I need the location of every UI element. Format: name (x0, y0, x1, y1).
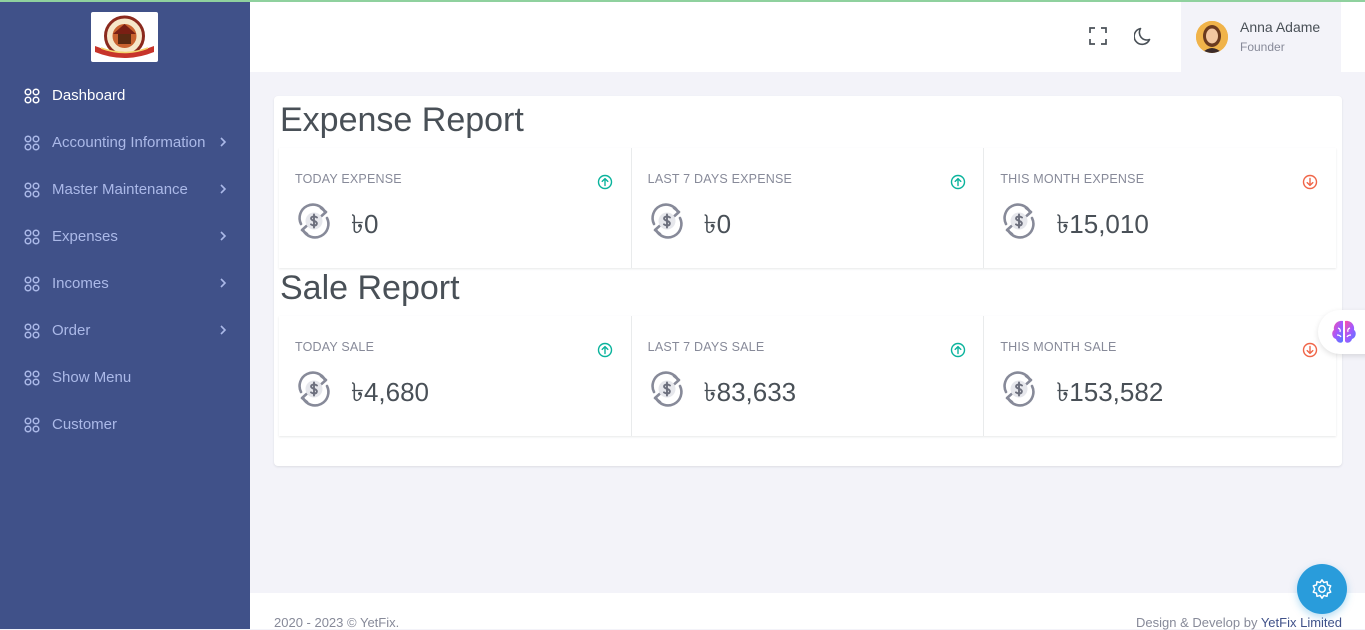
dollar-exchange-icon (650, 203, 683, 239)
stat-value: ৳0 (703, 209, 732, 239)
sidebar-item-master-maintenance[interactable]: Master Maintenance (0, 166, 250, 213)
stat-card-this-month-expense: THIS MONTH EXPENSE ৳15,010 (984, 148, 1336, 268)
user-menu[interactable]: Anna Adame Founder (1181, 2, 1341, 72)
sidebar-item-label: Accounting Information (52, 134, 206, 151)
customizer-tab[interactable] (1318, 310, 1365, 354)
footer-credit-prefix: Design & Develop by (1136, 615, 1261, 630)
dollar-exchange-icon (650, 371, 683, 407)
settings-fab[interactable] (1297, 564, 1347, 614)
apps-grid-icon (24, 134, 40, 151)
sidebar-item-accounting-information[interactable]: Accounting Information (0, 119, 250, 166)
logo-emblem-icon (95, 15, 154, 58)
sidebar-item-label: Dashboard (52, 87, 126, 104)
sidebar-item-expenses[interactable]: Expenses (0, 213, 250, 260)
sale-report-title: Sale Report (280, 269, 460, 307)
sidebar-item-customer[interactable]: Customer (0, 401, 250, 448)
dollar-exchange-icon (1003, 203, 1036, 239)
dashboard-card: Expense Report TODAY EXPENSE ৳0 LAST 7 DA… (274, 96, 1342, 466)
expense-report-title: Expense Report (280, 101, 524, 139)
stat-label: TODAY SALE (295, 340, 375, 354)
stat-value: ৳4,680 (351, 377, 430, 407)
brain-icon (1332, 320, 1356, 343)
top-accent-line (0, 0, 1365, 2)
apps-grid-icon (24, 275, 40, 292)
user-avatar-icon (1196, 21, 1228, 53)
apps-grid-icon (24, 416, 40, 433)
stat-value: ৳15,010 (1056, 209, 1149, 239)
sidebar-item-label: Order (52, 322, 91, 339)
avatar (1196, 21, 1228, 53)
stat-label: THIS MONTH EXPENSE (1000, 172, 1145, 186)
sale-stats-row: TODAY SALE ৳4,680 LAST 7 DAYS SALE ৳83,63… (279, 316, 1336, 436)
apps-grid-icon (24, 228, 40, 245)
stat-label: THIS MONTH SALE (1000, 340, 1117, 354)
footer: 2020 - 2023 © YetFix. Design & Develop b… (250, 593, 1365, 630)
arrow-up-circle-icon (597, 342, 613, 358)
stat-card-this-month-sale: THIS MONTH SALE ৳153,582 (984, 316, 1336, 436)
sidebar-item-label: Customer (52, 416, 118, 433)
dark-mode-toggle[interactable] (1132, 24, 1156, 48)
arrow-up-circle-icon (597, 174, 613, 190)
stat-label: TODAY EXPENSE (295, 172, 402, 186)
sidebar-item-incomes[interactable]: Incomes (0, 260, 250, 307)
sidebar-item-dashboard[interactable]: Dashboard (0, 72, 250, 119)
sidebar-item-order[interactable]: Order (0, 307, 250, 354)
brand-logo[interactable] (91, 12, 158, 62)
chevron-right-icon (220, 137, 227, 147)
chevron-right-icon (220, 231, 227, 241)
stat-label: LAST 7 DAYS SALE (647, 340, 765, 354)
sidebar-item-label: Show Menu (52, 369, 132, 386)
stat-value: ৳0 (351, 209, 379, 239)
sidebar-item-label: Expenses (52, 228, 118, 245)
arrow-down-circle-icon (1303, 342, 1318, 358)
apps-grid-icon (24, 181, 40, 198)
dollar-exchange-icon (1003, 371, 1036, 407)
apps-grid-icon (24, 322, 40, 339)
sidebar-item-show-menu[interactable]: Show Menu (0, 354, 250, 401)
gear-icon (1312, 579, 1332, 599)
chevron-right-icon (220, 184, 227, 194)
user-name: Anna Adame (1240, 19, 1321, 35)
stat-card-today-sale: TODAY SALE ৳4,680 (279, 316, 632, 436)
dollar-exchange-icon (298, 371, 330, 407)
footer-copyright: 2020 - 2023 © YetFix. (274, 615, 400, 630)
stat-value: ৳153,582 (1056, 377, 1164, 407)
moon-icon (1134, 27, 1151, 46)
top-header: Anna Adame Founder (250, 2, 1365, 72)
apps-grid-icon (24, 369, 40, 386)
footer-credit: Design & Develop by YetFix Limited (1136, 615, 1342, 630)
user-role: Founder (1240, 40, 1285, 54)
arrow-down-circle-icon (1303, 174, 1318, 190)
sidebar: Dashboard Accounting Information Master … (0, 2, 250, 629)
stat-value: ৳83,633 (703, 377, 797, 407)
sidebar-item-label: Incomes (52, 275, 109, 292)
expense-stats-row: TODAY EXPENSE ৳0 LAST 7 DAYS EXPENSE ৳0 TH… (279, 148, 1336, 268)
chevron-right-icon (220, 278, 227, 288)
stat-label: LAST 7 DAYS EXPENSE (647, 172, 793, 186)
dollar-exchange-icon (298, 203, 330, 239)
arrow-up-circle-icon (950, 174, 965, 190)
sidebar-nav: Dashboard Accounting Information Master … (0, 72, 250, 448)
arrow-up-circle-icon (950, 342, 965, 358)
stat-card-last-7-days-sale: LAST 7 DAYS SALE ৳83,633 (632, 316, 985, 436)
fullscreen-icon (1089, 27, 1107, 45)
fullscreen-button[interactable] (1086, 24, 1110, 48)
footer-credit-link[interactable]: YetFix Limited (1261, 615, 1342, 630)
stat-card-last-7-days-expense: LAST 7 DAYS EXPENSE ৳0 (632, 148, 985, 268)
stat-card-today-expense: TODAY EXPENSE ৳0 (279, 148, 632, 268)
apps-grid-icon (24, 87, 40, 104)
sidebar-item-label: Master Maintenance (52, 181, 188, 198)
chevron-right-icon (220, 325, 227, 335)
